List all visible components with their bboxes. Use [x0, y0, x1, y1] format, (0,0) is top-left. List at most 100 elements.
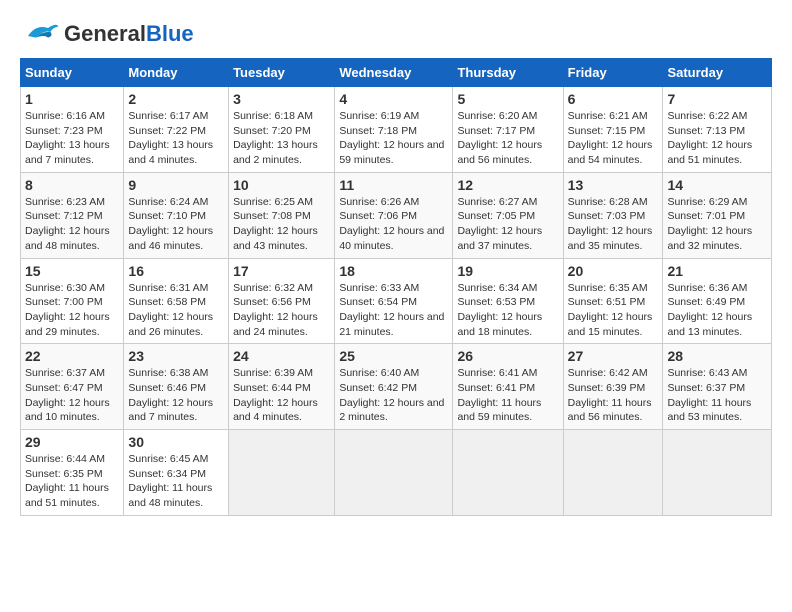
- sunset-label: Sunset: 6:37 PM: [667, 382, 745, 394]
- day-info: Sunrise: 6:35 AM Sunset: 6:51 PM Dayligh…: [568, 281, 659, 340]
- calendar-row: 8 Sunrise: 6:23 AM Sunset: 7:12 PM Dayli…: [21, 172, 772, 258]
- sunrise-label: Sunrise: 6:42 AM: [568, 367, 648, 379]
- calendar-cell: [453, 430, 563, 516]
- sunset-label: Sunset: 6:56 PM: [233, 296, 311, 308]
- day-info: Sunrise: 6:17 AM Sunset: 7:22 PM Dayligh…: [128, 109, 224, 168]
- sunrise-label: Sunrise: 6:16 AM: [25, 110, 105, 122]
- calendar-cell: 4 Sunrise: 6:19 AM Sunset: 7:18 PM Dayli…: [335, 87, 453, 173]
- daylight-label: Daylight: 12 hours and 37 minutes.: [457, 225, 542, 252]
- day-number: 8: [25, 177, 119, 193]
- calendar-cell: 27 Sunrise: 6:42 AM Sunset: 6:39 PM Dayl…: [563, 344, 663, 430]
- sunset-label: Sunset: 7:00 PM: [25, 296, 103, 308]
- calendar-cell: 12 Sunrise: 6:27 AM Sunset: 7:05 PM Dayl…: [453, 172, 563, 258]
- sunset-label: Sunset: 7:06 PM: [339, 210, 417, 222]
- calendar-cell: 5 Sunrise: 6:20 AM Sunset: 7:17 PM Dayli…: [453, 87, 563, 173]
- day-info: Sunrise: 6:31 AM Sunset: 6:58 PM Dayligh…: [128, 281, 224, 340]
- sunset-label: Sunset: 7:23 PM: [25, 125, 103, 137]
- calendar-cell: [335, 430, 453, 516]
- calendar-cell: 1 Sunrise: 6:16 AM Sunset: 7:23 PM Dayli…: [21, 87, 124, 173]
- daylight-label: Daylight: 11 hours and 53 minutes.: [667, 397, 751, 424]
- sunset-label: Sunset: 6:47 PM: [25, 382, 103, 394]
- calendar-cell: 22 Sunrise: 6:37 AM Sunset: 6:47 PM Dayl…: [21, 344, 124, 430]
- sunrise-label: Sunrise: 6:21 AM: [568, 110, 648, 122]
- day-info: Sunrise: 6:23 AM Sunset: 7:12 PM Dayligh…: [25, 195, 119, 254]
- sunrise-label: Sunrise: 6:23 AM: [25, 196, 105, 208]
- calendar-cell: [663, 430, 772, 516]
- sunrise-label: Sunrise: 6:40 AM: [339, 367, 419, 379]
- calendar-cell: 26 Sunrise: 6:41 AM Sunset: 6:41 PM Dayl…: [453, 344, 563, 430]
- day-info: Sunrise: 6:41 AM Sunset: 6:41 PM Dayligh…: [457, 366, 558, 425]
- day-info: Sunrise: 6:33 AM Sunset: 6:54 PM Dayligh…: [339, 281, 448, 340]
- daylight-label: Daylight: 12 hours and 4 minutes.: [233, 397, 318, 424]
- sunrise-label: Sunrise: 6:45 AM: [128, 453, 208, 465]
- day-info: Sunrise: 6:29 AM Sunset: 7:01 PM Dayligh…: [667, 195, 767, 254]
- day-info: Sunrise: 6:30 AM Sunset: 7:00 PM Dayligh…: [25, 281, 119, 340]
- sunrise-label: Sunrise: 6:38 AM: [128, 367, 208, 379]
- logo-bird-icon: [20, 20, 60, 48]
- day-number: 15: [25, 263, 119, 279]
- day-number: 28: [667, 348, 767, 364]
- calendar-cell: 19 Sunrise: 6:34 AM Sunset: 6:53 PM Dayl…: [453, 258, 563, 344]
- day-number: 25: [339, 348, 448, 364]
- calendar-cell: 28 Sunrise: 6:43 AM Sunset: 6:37 PM Dayl…: [663, 344, 772, 430]
- daylight-label: Daylight: 13 hours and 2 minutes.: [233, 139, 318, 166]
- daylight-label: Daylight: 12 hours and 40 minutes.: [339, 225, 444, 252]
- sunset-label: Sunset: 6:42 PM: [339, 382, 417, 394]
- sunset-label: Sunset: 7:18 PM: [339, 125, 417, 137]
- day-number: 2: [128, 91, 224, 107]
- day-number: 19: [457, 263, 558, 279]
- day-info: Sunrise: 6:40 AM Sunset: 6:42 PM Dayligh…: [339, 366, 448, 425]
- daylight-label: Daylight: 12 hours and 18 minutes.: [457, 311, 542, 338]
- daylight-label: Daylight: 12 hours and 15 minutes.: [568, 311, 653, 338]
- sunrise-label: Sunrise: 6:39 AM: [233, 367, 313, 379]
- calendar-cell: [563, 430, 663, 516]
- day-info: Sunrise: 6:26 AM Sunset: 7:06 PM Dayligh…: [339, 195, 448, 254]
- daylight-label: Daylight: 12 hours and 56 minutes.: [457, 139, 542, 166]
- sunrise-label: Sunrise: 6:17 AM: [128, 110, 208, 122]
- sunset-label: Sunset: 7:08 PM: [233, 210, 311, 222]
- daylight-label: Daylight: 12 hours and 48 minutes.: [25, 225, 110, 252]
- daylight-label: Daylight: 12 hours and 59 minutes.: [339, 139, 444, 166]
- calendar-cell: 10 Sunrise: 6:25 AM Sunset: 7:08 PM Dayl…: [229, 172, 335, 258]
- sunrise-label: Sunrise: 6:43 AM: [667, 367, 747, 379]
- calendar-cell: 23 Sunrise: 6:38 AM Sunset: 6:46 PM Dayl…: [124, 344, 229, 430]
- col-thursday: Thursday: [453, 59, 563, 87]
- calendar-cell: 20 Sunrise: 6:35 AM Sunset: 6:51 PM Dayl…: [563, 258, 663, 344]
- sunset-label: Sunset: 6:53 PM: [457, 296, 535, 308]
- sunset-label: Sunset: 7:15 PM: [568, 125, 646, 137]
- sunrise-label: Sunrise: 6:28 AM: [568, 196, 648, 208]
- sunrise-label: Sunrise: 6:35 AM: [568, 282, 648, 294]
- day-info: Sunrise: 6:34 AM Sunset: 6:53 PM Dayligh…: [457, 281, 558, 340]
- day-info: Sunrise: 6:24 AM Sunset: 7:10 PM Dayligh…: [128, 195, 224, 254]
- col-friday: Friday: [563, 59, 663, 87]
- sunset-label: Sunset: 6:39 PM: [568, 382, 646, 394]
- day-number: 14: [667, 177, 767, 193]
- sunset-label: Sunset: 6:51 PM: [568, 296, 646, 308]
- sunset-label: Sunset: 6:54 PM: [339, 296, 417, 308]
- sunset-label: Sunset: 7:05 PM: [457, 210, 535, 222]
- day-info: Sunrise: 6:16 AM Sunset: 7:23 PM Dayligh…: [25, 109, 119, 168]
- day-number: 20: [568, 263, 659, 279]
- calendar-cell: 16 Sunrise: 6:31 AM Sunset: 6:58 PM Dayl…: [124, 258, 229, 344]
- page-header: GeneralBlue: [20, 20, 772, 48]
- sunrise-label: Sunrise: 6:24 AM: [128, 196, 208, 208]
- daylight-label: Daylight: 12 hours and 7 minutes.: [128, 397, 213, 424]
- calendar-cell: 14 Sunrise: 6:29 AM Sunset: 7:01 PM Dayl…: [663, 172, 772, 258]
- day-number: 23: [128, 348, 224, 364]
- calendar-body: 1 Sunrise: 6:16 AM Sunset: 7:23 PM Dayli…: [21, 87, 772, 516]
- sunrise-label: Sunrise: 6:27 AM: [457, 196, 537, 208]
- sunset-label: Sunset: 7:03 PM: [568, 210, 646, 222]
- day-number: 24: [233, 348, 330, 364]
- day-number: 4: [339, 91, 448, 107]
- day-number: 22: [25, 348, 119, 364]
- daylight-label: Daylight: 12 hours and 54 minutes.: [568, 139, 653, 166]
- day-number: 17: [233, 263, 330, 279]
- daylight-label: Daylight: 11 hours and 59 minutes.: [457, 397, 541, 424]
- daylight-label: Daylight: 12 hours and 10 minutes.: [25, 397, 110, 424]
- sunrise-label: Sunrise: 6:32 AM: [233, 282, 313, 294]
- day-info: Sunrise: 6:25 AM Sunset: 7:08 PM Dayligh…: [233, 195, 330, 254]
- calendar-row: 22 Sunrise: 6:37 AM Sunset: 6:47 PM Dayl…: [21, 344, 772, 430]
- day-info: Sunrise: 6:36 AM Sunset: 6:49 PM Dayligh…: [667, 281, 767, 340]
- sunrise-label: Sunrise: 6:33 AM: [339, 282, 419, 294]
- col-wednesday: Wednesday: [335, 59, 453, 87]
